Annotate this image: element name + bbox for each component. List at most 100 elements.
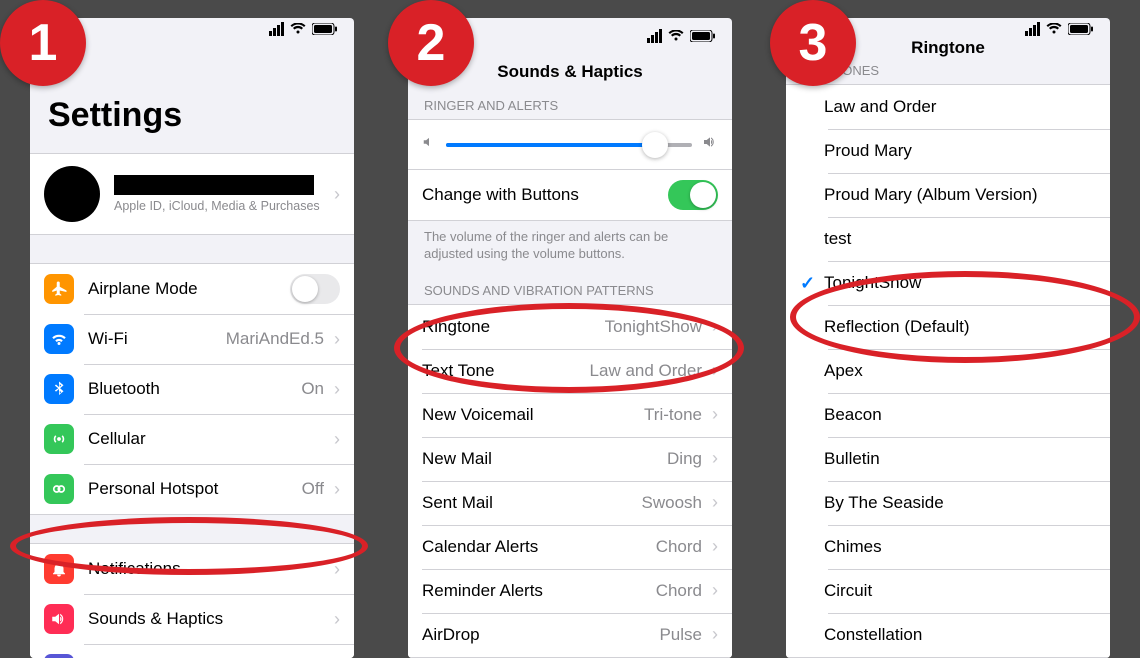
ringtone-item[interactable]: Chimes (786, 525, 1110, 569)
ringtone-label: Reflection (Default) (824, 317, 970, 337)
screen-sounds-haptics: Sounds & Haptics Ringer and Alerts Chang… (408, 18, 732, 658)
ringtone-item[interactable]: By The Seaside (786, 481, 1110, 525)
nav-title: Sounds & Haptics (497, 62, 642, 82)
label-airdrop: AirDrop (422, 625, 659, 645)
value-wifi: MariAndEd.5 (226, 329, 324, 349)
ringtone-item[interactable]: Law and Order (786, 85, 1110, 129)
label-sent-mail: Sent Mail (422, 493, 642, 513)
row-personal-hotspot[interactable]: Personal Hotspot Off › (30, 464, 354, 514)
wifi-icon (668, 30, 684, 42)
chevron-right-icon: › (334, 379, 340, 400)
label-ringtone: Ringtone (422, 317, 605, 337)
value-ringtone: TonightShow (605, 317, 702, 337)
ringtone-item[interactable]: Constellation (786, 613, 1110, 657)
row-sent-mail[interactable]: Sent Mail Swoosh › (408, 481, 732, 525)
step-badge-3: 3 (770, 0, 856, 86)
bluetooth-icon (44, 374, 74, 404)
chevron-right-icon: › (712, 580, 718, 601)
ringtone-item[interactable]: ✓TonightShow (786, 261, 1110, 305)
label-new-mail: New Mail (422, 449, 667, 469)
cellular-signal-icon (647, 29, 662, 43)
airplane-icon (44, 274, 74, 304)
ringtone-label: TonightShow (824, 273, 921, 293)
label-change-with-buttons: Change with Buttons (422, 185, 668, 205)
ringtone-item[interactable]: Circuit (786, 569, 1110, 613)
row-focus[interactable]: Focus › (30, 644, 354, 658)
cellular-signal-icon (1025, 22, 1040, 36)
battery-icon (690, 30, 716, 42)
ringtone-item[interactable]: Beacon (786, 393, 1110, 437)
row-wifi[interactable]: Wi-Fi MariAndEd.5 › (30, 314, 354, 364)
chevron-right-icon: › (334, 429, 340, 450)
volume-slider[interactable] (446, 143, 692, 147)
row-change-with-buttons[interactable]: Change with Buttons (408, 170, 732, 221)
ringtone-item[interactable]: Bulletin (786, 437, 1110, 481)
row-notifications[interactable]: Notifications › (30, 544, 354, 594)
ringtone-item[interactable]: Apex (786, 349, 1110, 393)
row-airplane-mode[interactable]: Airplane Mode (30, 264, 354, 314)
ringtone-label: test (824, 229, 851, 249)
row-airdrop[interactable]: AirDrop Pulse › (408, 613, 732, 657)
value-calendar-alerts: Chord (656, 537, 702, 557)
screen-settings: Settings Apple ID, iCloud, Media & Purch… (30, 18, 354, 658)
ringtone-label: Apex (824, 361, 863, 381)
speaker-icon (44, 604, 74, 634)
row-sounds-haptics[interactable]: Sounds & Haptics › (30, 594, 354, 644)
chevron-right-icon: › (712, 316, 718, 337)
row-reminder-alerts[interactable]: Reminder Alerts Chord › (408, 569, 732, 613)
value-new-voicemail: Tri-tone (644, 405, 702, 425)
screen-ringtone: 8 ‹ck Ringtone Ringtones Law and OrderPr… (786, 18, 1110, 658)
row-text-tone[interactable]: Text Tone Law and Order › (408, 349, 732, 393)
label-cellular: Cellular (88, 429, 334, 449)
chevron-right-icon: › (712, 360, 718, 381)
speaker-low-icon (422, 135, 436, 154)
value-hotspot: Off (302, 479, 324, 499)
ringtone-label: By The Seaside (824, 493, 944, 513)
label-wifi: Wi-Fi (88, 329, 226, 349)
row-calendar-alerts[interactable]: Calendar Alerts Chord › (408, 525, 732, 569)
ringtone-label: Constellation (824, 625, 922, 645)
hotspot-icon (44, 474, 74, 504)
ringtone-label: Law and Order (824, 97, 936, 117)
row-apple-id[interactable]: Apple ID, iCloud, Media & Purchases › (30, 153, 354, 235)
row-new-voicemail[interactable]: New Voicemail Tri-tone › (408, 393, 732, 437)
change-buttons-toggle[interactable] (668, 180, 718, 210)
ringtone-item[interactable]: test (786, 217, 1110, 261)
chevron-right-icon: › (334, 479, 340, 500)
ringtone-label: Chimes (824, 537, 882, 557)
section-header-ringer: Ringer and Alerts (408, 94, 732, 119)
value-airdrop: Pulse (659, 625, 702, 645)
ringtone-item[interactable]: Proud Mary (Album Version) (786, 173, 1110, 217)
section-header-patterns: Sounds and Vibration Patterns (408, 263, 732, 304)
value-reminder-alerts: Chord (656, 581, 702, 601)
row-cellular[interactable]: Cellular › (30, 414, 354, 464)
step-badge-2: 2 (388, 0, 474, 86)
label-text-tone: Text Tone (422, 361, 590, 381)
avatar (44, 166, 100, 222)
chevron-right-icon: › (712, 492, 718, 513)
label-calendar-alerts: Calendar Alerts (422, 537, 656, 557)
profile-subtitle: Apple ID, iCloud, Media & Purchases (114, 199, 320, 213)
row-ringer-volume[interactable] (408, 119, 732, 170)
label-notifications: Notifications (88, 559, 334, 579)
ringtone-item[interactable]: Proud Mary (786, 129, 1110, 173)
row-ringtone[interactable]: Ringtone TonightShow › (408, 305, 732, 349)
row-bluetooth[interactable]: Bluetooth On › (30, 364, 354, 414)
chevron-right-icon: › (334, 329, 340, 350)
value-new-mail: Ding (667, 449, 702, 469)
airplane-toggle[interactable] (290, 274, 340, 304)
row-new-mail[interactable]: New Mail Ding › (408, 437, 732, 481)
chevron-right-icon: › (334, 184, 340, 205)
ringtone-label: Circuit (824, 581, 872, 601)
chevron-right-icon: › (334, 609, 340, 630)
ringtone-label: Bulletin (824, 449, 880, 469)
speaker-high-icon (702, 134, 718, 155)
value-sent-mail: Swoosh (642, 493, 702, 513)
cellular-signal-icon (269, 22, 284, 36)
chevron-right-icon: › (712, 448, 718, 469)
ringtone-item[interactable]: Reflection (Default) (786, 305, 1110, 349)
chevron-right-icon: › (712, 624, 718, 645)
bell-icon (44, 554, 74, 584)
ringtone-label: Proud Mary (Album Version) (824, 185, 1038, 205)
chevron-right-icon: › (712, 536, 718, 557)
